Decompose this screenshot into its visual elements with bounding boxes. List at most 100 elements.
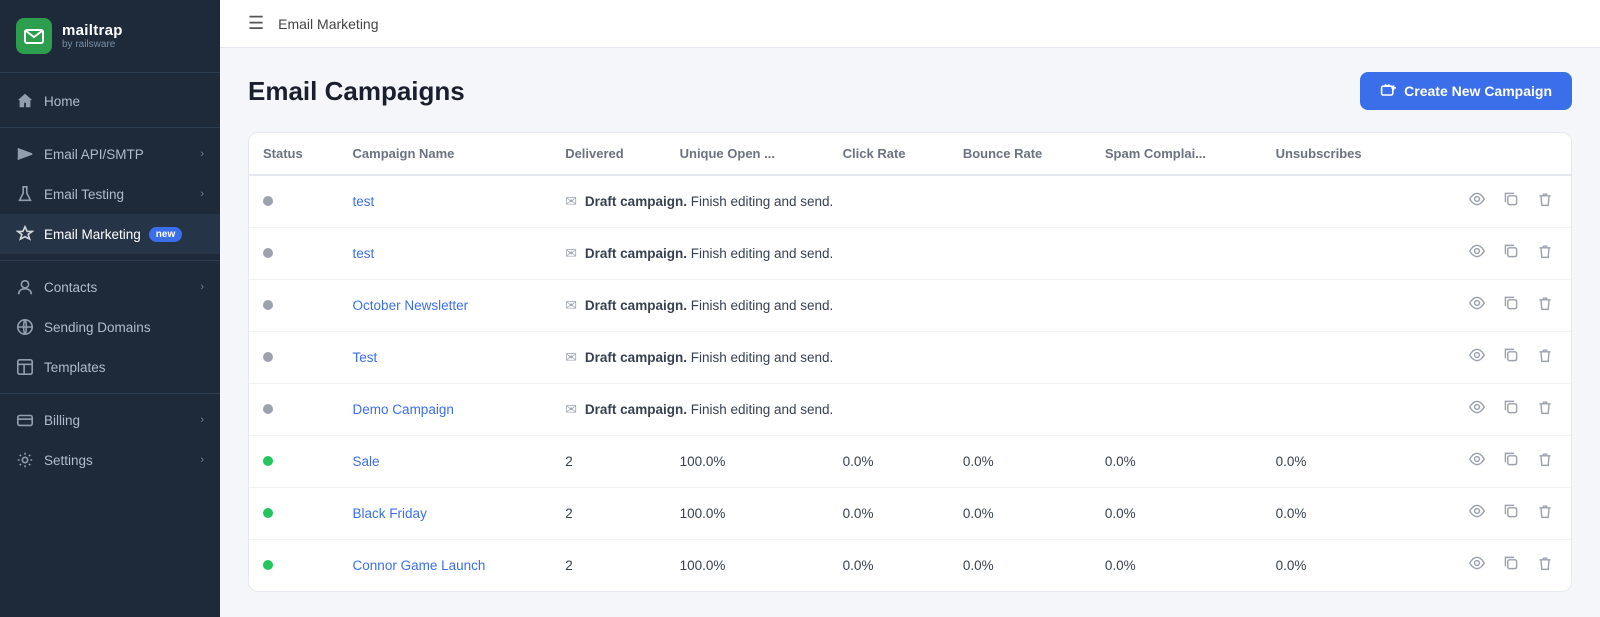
spam-cell: 0.0% — [1091, 488, 1262, 540]
sidebar-item-settings[interactable]: Settings › — [0, 440, 220, 480]
action-icons — [1426, 449, 1557, 474]
copy-button[interactable] — [1499, 501, 1523, 526]
campaign-name-cell: Sale — [339, 436, 552, 488]
view-button[interactable] — [1465, 293, 1489, 318]
campaign-link[interactable]: test — [353, 194, 375, 209]
status-cell — [249, 332, 339, 384]
campaign-name-cell: Test — [339, 332, 552, 384]
col-click-rate: Click Rate — [829, 133, 949, 175]
actions-cell — [1412, 280, 1571, 332]
trash-icon — [1537, 555, 1553, 571]
actions-cell — [1412, 488, 1571, 540]
campaign-link[interactable]: Black Friday — [353, 506, 427, 521]
delete-button[interactable] — [1533, 241, 1557, 266]
click-rate-cell: 0.0% — [829, 488, 949, 540]
unique-open-cell: 100.0% — [666, 488, 829, 540]
status-cell — [249, 540, 339, 592]
campaign-link[interactable]: Sale — [353, 454, 380, 469]
status-cell — [249, 436, 339, 488]
campaign-link[interactable]: Test — [353, 350, 378, 365]
sidebar-item-contacts[interactable]: Contacts › — [0, 267, 220, 307]
delete-button[interactable] — [1533, 293, 1557, 318]
copy-button[interactable] — [1499, 553, 1523, 578]
copy-button[interactable] — [1499, 241, 1523, 266]
delete-button[interactable] — [1533, 345, 1557, 370]
create-new-campaign-button[interactable]: Create New Campaign — [1360, 72, 1572, 110]
logo-name: mailtrap — [62, 22, 123, 39]
action-icons — [1426, 293, 1557, 318]
view-button[interactable] — [1465, 449, 1489, 474]
email-icon: ✉ — [565, 349, 577, 366]
copy-button[interactable] — [1499, 293, 1523, 318]
sidebar-item-billing[interactable]: Billing › — [0, 400, 220, 440]
copy-button[interactable] — [1499, 449, 1523, 474]
copy-icon — [1503, 191, 1519, 207]
mailtrap-logo-icon — [16, 18, 52, 54]
copy-icon — [1503, 555, 1519, 571]
eye-icon — [1469, 295, 1485, 311]
logo-sub: by railsware — [62, 39, 123, 50]
sidebar-item-email-api[interactable]: Email API/SMTP › — [0, 134, 220, 174]
delete-button[interactable] — [1533, 189, 1557, 214]
flask-icon — [16, 185, 34, 203]
trash-icon — [1537, 503, 1553, 519]
eye-icon — [1469, 399, 1485, 415]
campaign-link[interactable]: test — [353, 246, 375, 261]
copy-button[interactable] — [1499, 189, 1523, 214]
sidebar-item-email-testing[interactable]: Email Testing › — [0, 174, 220, 214]
bounce-rate-cell: 0.0% — [949, 436, 1091, 488]
col-name: Campaign Name — [339, 133, 552, 175]
campaign-link[interactable]: Connor Game Launch — [353, 558, 486, 573]
sidebar-item-home[interactable]: Home — [0, 81, 220, 121]
delivered-cell: 2 — [551, 488, 665, 540]
sidebar-item-templates[interactable]: Templates — [0, 347, 220, 387]
trash-icon — [1537, 295, 1553, 311]
view-button[interactable] — [1465, 189, 1489, 214]
view-button[interactable] — [1465, 397, 1489, 422]
sidebar-item-home-label: Home — [44, 94, 80, 109]
status-cell — [249, 384, 339, 436]
eye-icon — [1469, 243, 1485, 259]
delivered-cell: ✉ Draft campaign. Finish editing and sen… — [551, 228, 1412, 280]
delete-button[interactable] — [1533, 397, 1557, 422]
delete-button[interactable] — [1533, 553, 1557, 578]
trash-icon — [1537, 243, 1553, 259]
status-cell — [249, 488, 339, 540]
delivered-cell: 2 — [551, 436, 665, 488]
trash-icon — [1537, 399, 1553, 415]
campaign-name-cell: October Newsletter — [339, 280, 552, 332]
campaign-name-cell: Connor Game Launch — [339, 540, 552, 592]
menu-icon[interactable]: ☰ — [248, 13, 264, 34]
view-button[interactable] — [1465, 241, 1489, 266]
delete-button[interactable] — [1533, 449, 1557, 474]
actions-cell — [1412, 540, 1571, 592]
click-rate-cell: 0.0% — [829, 436, 949, 488]
unsubs-cell: 0.0% — [1262, 540, 1413, 592]
delete-button[interactable] — [1533, 501, 1557, 526]
unique-open-cell: 100.0% — [666, 436, 829, 488]
sidebar-item-sending-domains[interactable]: Sending Domains — [0, 307, 220, 347]
chevron-icon: › — [200, 281, 204, 293]
view-button[interactable] — [1465, 345, 1489, 370]
chevron-icon: › — [200, 454, 204, 466]
view-button[interactable] — [1465, 553, 1489, 578]
copy-button[interactable] — [1499, 397, 1523, 422]
delivered-cell: ✉ Draft campaign. Finish editing and sen… — [551, 332, 1412, 384]
col-unique-open: Unique Open ... — [666, 133, 829, 175]
table-body: test ✉ Draft campaign. Finish editing an… — [249, 175, 1571, 591]
bounce-rate-cell: 0.0% — [949, 540, 1091, 592]
sidebar-item-email-marketing[interactable]: Email Marketing new — [0, 214, 220, 254]
copy-button[interactable] — [1499, 345, 1523, 370]
action-icons — [1426, 345, 1557, 370]
delivered-cell: 2 — [551, 540, 665, 592]
campaign-link[interactable]: Demo Campaign — [353, 402, 454, 417]
copy-icon — [1503, 243, 1519, 259]
view-button[interactable] — [1465, 501, 1489, 526]
topbar: ☰ Email Marketing — [220, 0, 1600, 48]
email-icon: ✉ — [565, 193, 577, 210]
status-dot — [263, 248, 273, 258]
campaign-name-cell: Black Friday — [339, 488, 552, 540]
email-icon: ✉ — [565, 297, 577, 314]
action-icons — [1426, 397, 1557, 422]
campaign-link[interactable]: October Newsletter — [353, 298, 469, 313]
